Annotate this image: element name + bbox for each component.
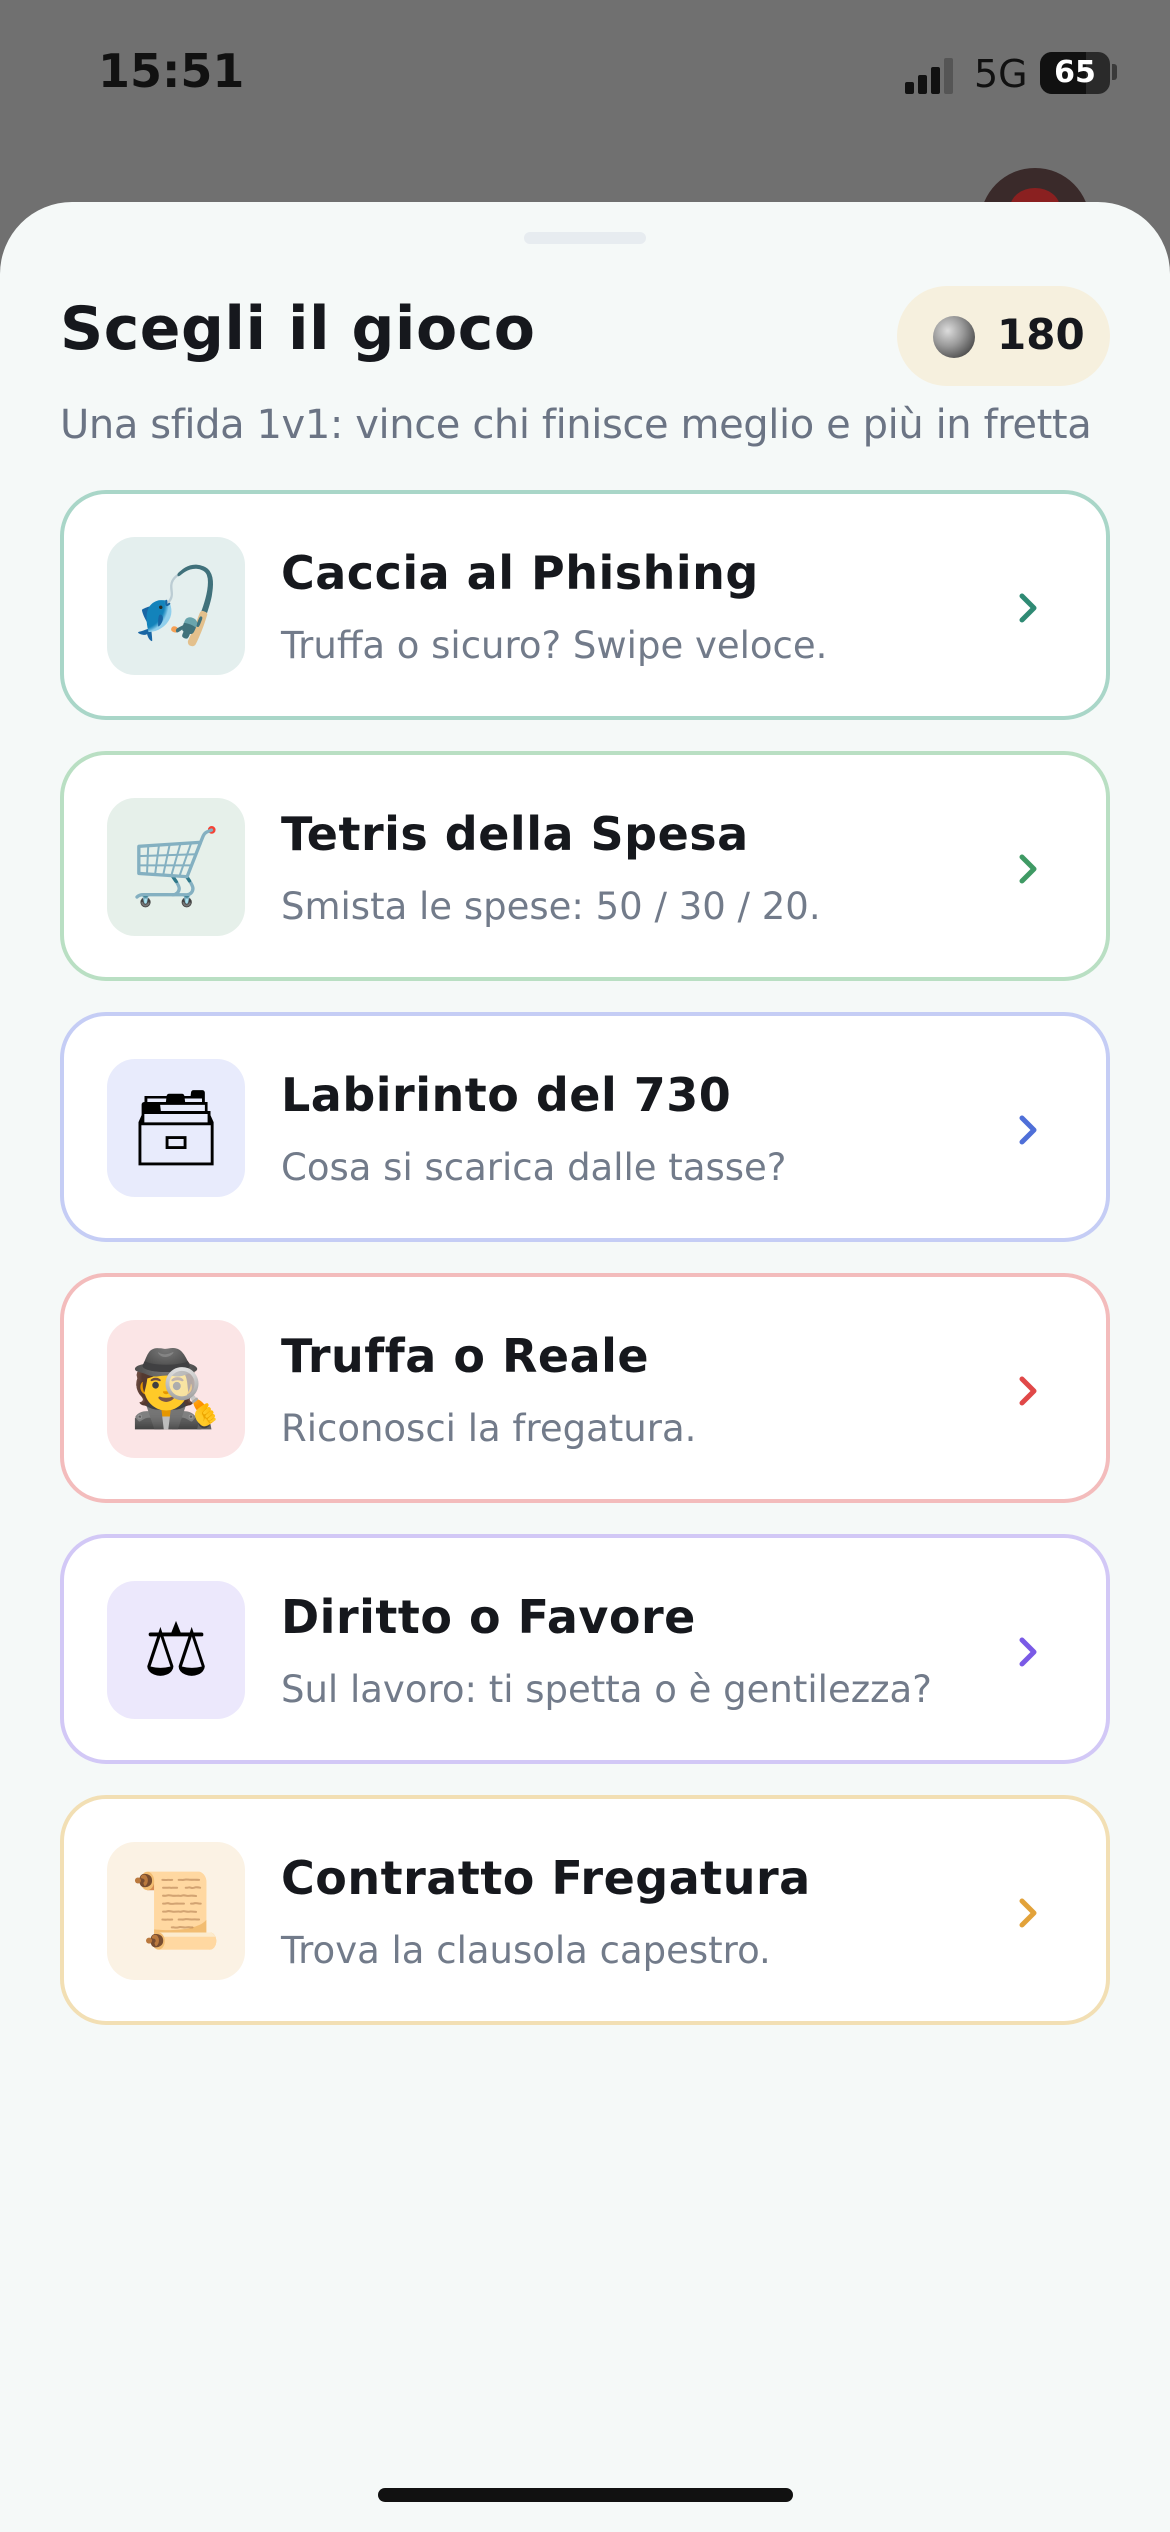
screen: 15:51 5G 65 Scegli il gioco 180 Una sfid…: [0, 0, 1170, 2532]
game-card-diritto-o-favore[interactable]: ⚖ Diritto o Favore Sul lavoro: ti spetta…: [60, 1534, 1110, 1764]
game-card-contratto-fregatura[interactable]: 📜 Contratto Fregatura Trova la clausola …: [60, 1795, 1110, 2025]
coin-balance-badge: 180: [897, 286, 1110, 386]
game-title: Contratto Fregatura: [281, 1851, 811, 1905]
game-title: Labirinto del 730: [281, 1068, 732, 1122]
balance-scale-icon: ⚖: [107, 1581, 245, 1719]
chevron-right-icon: [1008, 849, 1048, 889]
game-picker-sheet: Scegli il gioco 180 Una sfida 1v1: vince…: [0, 202, 1170, 2532]
silver-coin-icon: [933, 316, 975, 358]
game-title: Tetris della Spesa: [281, 807, 749, 861]
game-card-labirinto-del-730[interactable]: 🗃 Labirinto del 730 Cosa si scarica dall…: [60, 1012, 1110, 1242]
game-description: Truffa o sicuro? Swipe veloce.: [281, 624, 828, 667]
chevron-right-icon: [1008, 1893, 1048, 1933]
detective-icon: 🕵: [107, 1320, 245, 1458]
game-card-tetris-della-spesa[interactable]: 🛒 Tetris della Spesa Smista le spese: 50…: [60, 751, 1110, 981]
battery-icon: 65: [1040, 52, 1110, 94]
game-description: Trova la clausola capestro.: [281, 1929, 771, 1972]
cellular-signal-icon: [905, 58, 957, 94]
home-indicator[interactable]: [378, 2488, 793, 2502]
battery-level: 65: [1054, 55, 1096, 90]
game-card-caccia-al-phishing[interactable]: 🎣 Caccia al Phishing Truffa o sicuro? Sw…: [60, 490, 1110, 720]
card-file-box-icon: 🗃: [107, 1059, 245, 1197]
sheet-subtitle: Una sfida 1v1: vince chi finisce meglio …: [60, 402, 1092, 448]
game-card-truffa-o-reale[interactable]: 🕵 Truffa o Reale Riconosci la fregatura.: [60, 1273, 1110, 1503]
status-bar: 15:51 5G 65: [0, 0, 1170, 150]
chevron-right-icon: [1008, 1110, 1048, 1150]
game-description: Riconosci la fregatura.: [281, 1407, 697, 1450]
chevron-right-icon: [1008, 588, 1048, 628]
fishing-rod-icon: 🎣: [107, 537, 245, 675]
game-description: Sul lavoro: ti spetta o è gentilezza?: [281, 1668, 932, 1711]
scroll-icon: 📜: [107, 1842, 245, 1980]
status-time: 15:51: [98, 44, 245, 98]
game-description: Cosa si scarica dalle tasse?: [281, 1146, 787, 1189]
battery-nub: [1112, 64, 1117, 80]
network-type: 5G: [974, 52, 1028, 96]
sheet-title: Scegli il gioco: [60, 294, 536, 364]
game-title: Truffa o Reale: [281, 1329, 650, 1383]
chevron-right-icon: [1008, 1371, 1048, 1411]
coin-balance: 180: [997, 310, 1085, 359]
chevron-right-icon: [1008, 1632, 1048, 1672]
game-title: Caccia al Phishing: [281, 546, 759, 600]
sheet-grabber[interactable]: [524, 232, 646, 244]
shopping-cart-icon: 🛒: [107, 798, 245, 936]
game-title: Diritto o Favore: [281, 1590, 696, 1644]
game-description: Smista le spese: 50 / 30 / 20.: [281, 885, 821, 928]
game-list: 🎣 Caccia al Phishing Truffa o sicuro? Sw…: [60, 490, 1110, 2056]
